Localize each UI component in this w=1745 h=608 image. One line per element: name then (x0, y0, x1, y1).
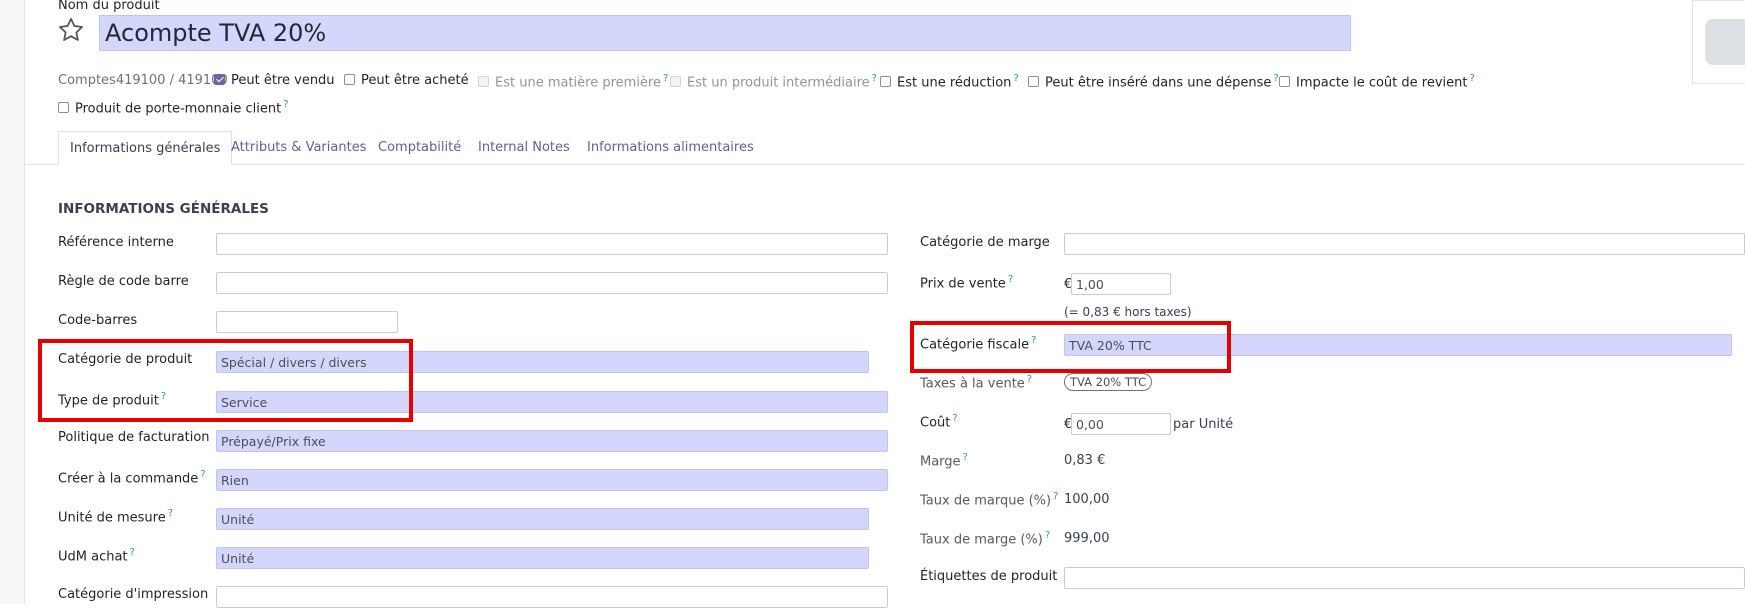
product-category-select[interactable]: Spécial / divers / divers (216, 351, 869, 373)
uom-select[interactable]: Unité (216, 508, 869, 530)
margin-rate-label: Taux de marge (%)? (920, 530, 1051, 548)
tab-internal-notes[interactable]: Internal Notes (478, 140, 570, 155)
sale-tax-tag[interactable]: TVA 20% TTC (1064, 373, 1153, 391)
uom-label: Unité de mesure? (58, 508, 174, 526)
option-customer-wallet[interactable]: Produit de porte-monnaie client? (58, 99, 289, 116)
ref-label: Référence interne (58, 235, 174, 250)
option-can-be-purchased[interactable]: Peut être acheté (344, 73, 469, 88)
sale-price-label: Prix de vente? (920, 274, 1014, 292)
product-category-label: Catégorie de produit (58, 352, 193, 367)
option-raw-material: Est une matière première? (478, 73, 668, 90)
cost-label: Coût? (920, 413, 958, 431)
option-intermediate-product: Est un produit intermédiaire? (670, 73, 877, 90)
invoice-policy-select[interactable]: Prépayé/Prix fixe (216, 430, 888, 452)
option-impacts-cost[interactable]: Impacte le coût de revient? (1279, 73, 1475, 90)
margin-rate-value: 999,00 (1064, 531, 1110, 546)
favorite-star-icon[interactable] (57, 16, 87, 46)
option-can-be-sold[interactable]: Peut être vendu (214, 73, 335, 88)
product-type-select[interactable]: Service (216, 391, 888, 413)
sale-taxes-label: Taxes à la vente? (920, 374, 1033, 392)
tab-accounting[interactable]: Comptabilité (378, 140, 461, 155)
margin-value: 0,83 € (1064, 453, 1106, 468)
product-type-label: Type de produit? (58, 391, 167, 409)
create-on-order-label: Créer à la commande? (58, 469, 206, 487)
margin-category-select[interactable] (1064, 233, 1745, 255)
print-category-select[interactable] (216, 586, 888, 608)
tab-general-info[interactable]: Informations générales (58, 131, 233, 165)
left-panel-edge (0, 0, 25, 604)
product-name-input[interactable]: Acompte TVA 20% (99, 15, 1351, 51)
print-category-label: Catégorie d'impression (58, 587, 209, 602)
fiscal-category-select[interactable]: TVA 20% TTC (1064, 334, 1732, 356)
fiscal-category-label: Catégorie fiscale? (920, 335, 1037, 353)
sale-price-input[interactable]: 1,00 (1071, 273, 1171, 295)
cost-unit: par Unité (1173, 417, 1234, 432)
tabs-divider (24, 164, 1745, 165)
tab-attributes-variants[interactable]: Attributs & Variantes (231, 140, 366, 155)
margin-category-label: Catégorie de marge (920, 235, 1050, 250)
markup-rate-value: 100,00 (1064, 492, 1110, 507)
barcode-label: Code-barres (58, 313, 138, 328)
create-on-order-select[interactable]: Rien (216, 469, 888, 491)
uom-purchase-label: UdM achat? (58, 547, 135, 565)
camera-icon (1705, 19, 1745, 65)
ref-input[interactable] (216, 233, 888, 255)
option-is-discount[interactable]: Est une réduction? (880, 73, 1019, 90)
product-image[interactable] (1692, 0, 1745, 84)
accounts-info: Comptes419100 / 419100 (58, 73, 228, 88)
cost-input[interactable]: 0,00 (1071, 413, 1171, 435)
checkbox-checked-icon[interactable] (214, 74, 225, 85)
barcode-input[interactable] (216, 311, 398, 333)
product-tags-input[interactable] (1064, 567, 1745, 589)
section-title: INFORMATIONS GÉNÉRALES (58, 201, 269, 217)
markup-rate-label: Taux de marque (%)? (920, 491, 1059, 509)
barcode-rule-label: Règle de code barre (58, 274, 189, 289)
price-excl-tax: (= 0,83 € hors taxes) (1064, 305, 1192, 319)
product-name-label: Nom du produit (58, 0, 160, 13)
tab-food-info[interactable]: Informations alimentaires (587, 140, 754, 155)
product-tags-label: Étiquettes de produit (920, 569, 1058, 584)
option-insert-in-expense[interactable]: Peut être inséré dans une dépense? (1028, 73, 1279, 90)
barcode-rule-select[interactable] (216, 272, 888, 294)
margin-label: Marge? (920, 452, 968, 470)
uom-purchase-select[interactable]: Unité (216, 547, 869, 569)
invoice-policy-label: Politique de facturation (58, 430, 210, 445)
